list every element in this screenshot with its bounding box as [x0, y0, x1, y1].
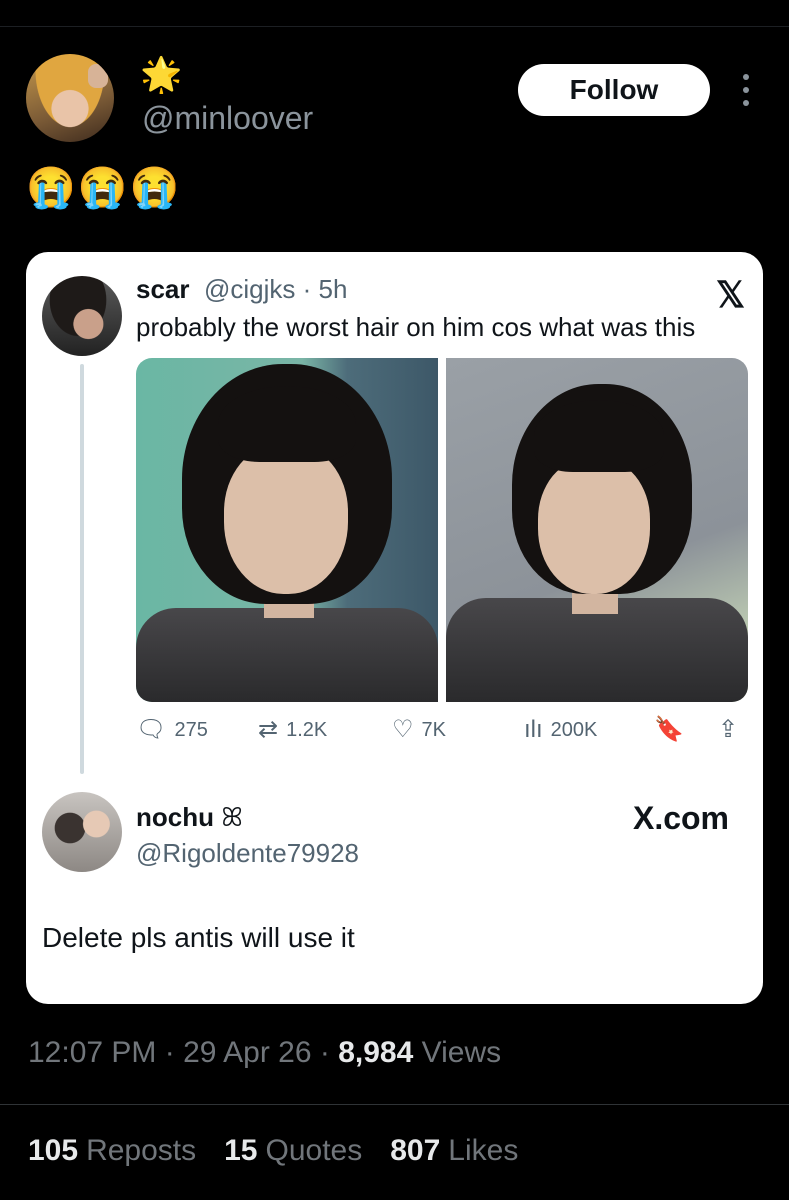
likes-link[interactable]: 807 Likes [390, 1134, 518, 1168]
likes-count: 807 [390, 1134, 441, 1167]
views-total: 8,984 [338, 1036, 414, 1069]
post-meta: 12:07 PM · 29 Apr 26 · 8,984 Views [28, 1036, 502, 1069]
reply-handle: @Rigoldente79928 [136, 838, 360, 868]
reposts-label: Reposts [86, 1134, 197, 1167]
reply-stat: 🗨 275 [136, 718, 208, 742]
views-stat: ılı 200K [524, 718, 597, 742]
reposts-count: 105 [28, 1134, 79, 1167]
post-text: 😭😭😭 [26, 166, 182, 210]
reply-name-wrap: nochu ꕤ [136, 802, 243, 834]
quoted-name: scar [136, 274, 190, 304]
quoted-text: probably the worst hair on him cos what … [136, 312, 696, 342]
thread-line [80, 364, 84, 774]
reply-text: Delete pls antis will use it [42, 922, 355, 953]
photo-right [446, 358, 748, 702]
photo-left [136, 358, 438, 702]
meta-divider [0, 1104, 789, 1105]
author-handle[interactable]: @minloover [142, 100, 313, 137]
author-name[interactable]: 🌟 [140, 58, 182, 92]
reply-avatar [42, 792, 122, 872]
embedded-screenshot-card: scar @cigjks · 5h 𝕏 probably the worst h… [26, 252, 763, 1004]
views-chart-icon: ılı [524, 716, 543, 743]
like-stat: ♡ 7K [392, 718, 446, 742]
reply-count: 275 [174, 718, 208, 741]
reply-name-symbol: ꕤ [221, 802, 243, 832]
quoted-action-bar: 🗨 275 ⇄ 1.2K ♡ 7K ılı 200K 🔖 ⇪ [136, 718, 748, 748]
bookmark-icon: 🔖 [654, 716, 684, 743]
follow-button[interactable]: Follow [518, 64, 710, 116]
views-label: Views [421, 1036, 502, 1069]
like-count: 7K [421, 718, 446, 741]
repost-icon: ⇄ [258, 716, 279, 743]
likes-label: Likes [448, 1134, 519, 1167]
share-stat: ⇪ [718, 718, 738, 742]
author-avatar[interactable] [26, 54, 114, 142]
reply-icon: 🗨 [136, 716, 167, 743]
post-time[interactable]: 12:07 PM [28, 1036, 156, 1069]
quoted-photos [136, 358, 748, 702]
share-icon: ⇪ [718, 716, 739, 743]
heart-icon: ♡ [392, 716, 414, 743]
reply-name: nochu [136, 802, 214, 832]
views-count: 200K [550, 718, 598, 741]
more-options-icon[interactable] [736, 70, 756, 110]
top-divider [0, 26, 789, 27]
source-label: X.com [632, 800, 729, 836]
reposts-link[interactable]: 105 Reposts [28, 1134, 196, 1168]
bookmark-stat: 🔖 [654, 718, 684, 742]
quoted-avatar [42, 276, 122, 356]
post-date[interactable]: 29 Apr 26 [183, 1036, 311, 1069]
quotes-count: 15 [224, 1134, 258, 1167]
engagement-stats: 105 Reposts 15 Quotes 807 Likes [28, 1134, 518, 1168]
repost-stat: ⇄ 1.2K [258, 718, 327, 742]
x-logo-icon: 𝕏 [715, 274, 745, 315]
quoted-handle-time: @cigjks · 5h [204, 274, 348, 304]
repost-count: 1.2K [286, 718, 328, 741]
quotes-label: Quotes [265, 1134, 363, 1167]
quotes-link[interactable]: 15 Quotes [224, 1134, 362, 1168]
